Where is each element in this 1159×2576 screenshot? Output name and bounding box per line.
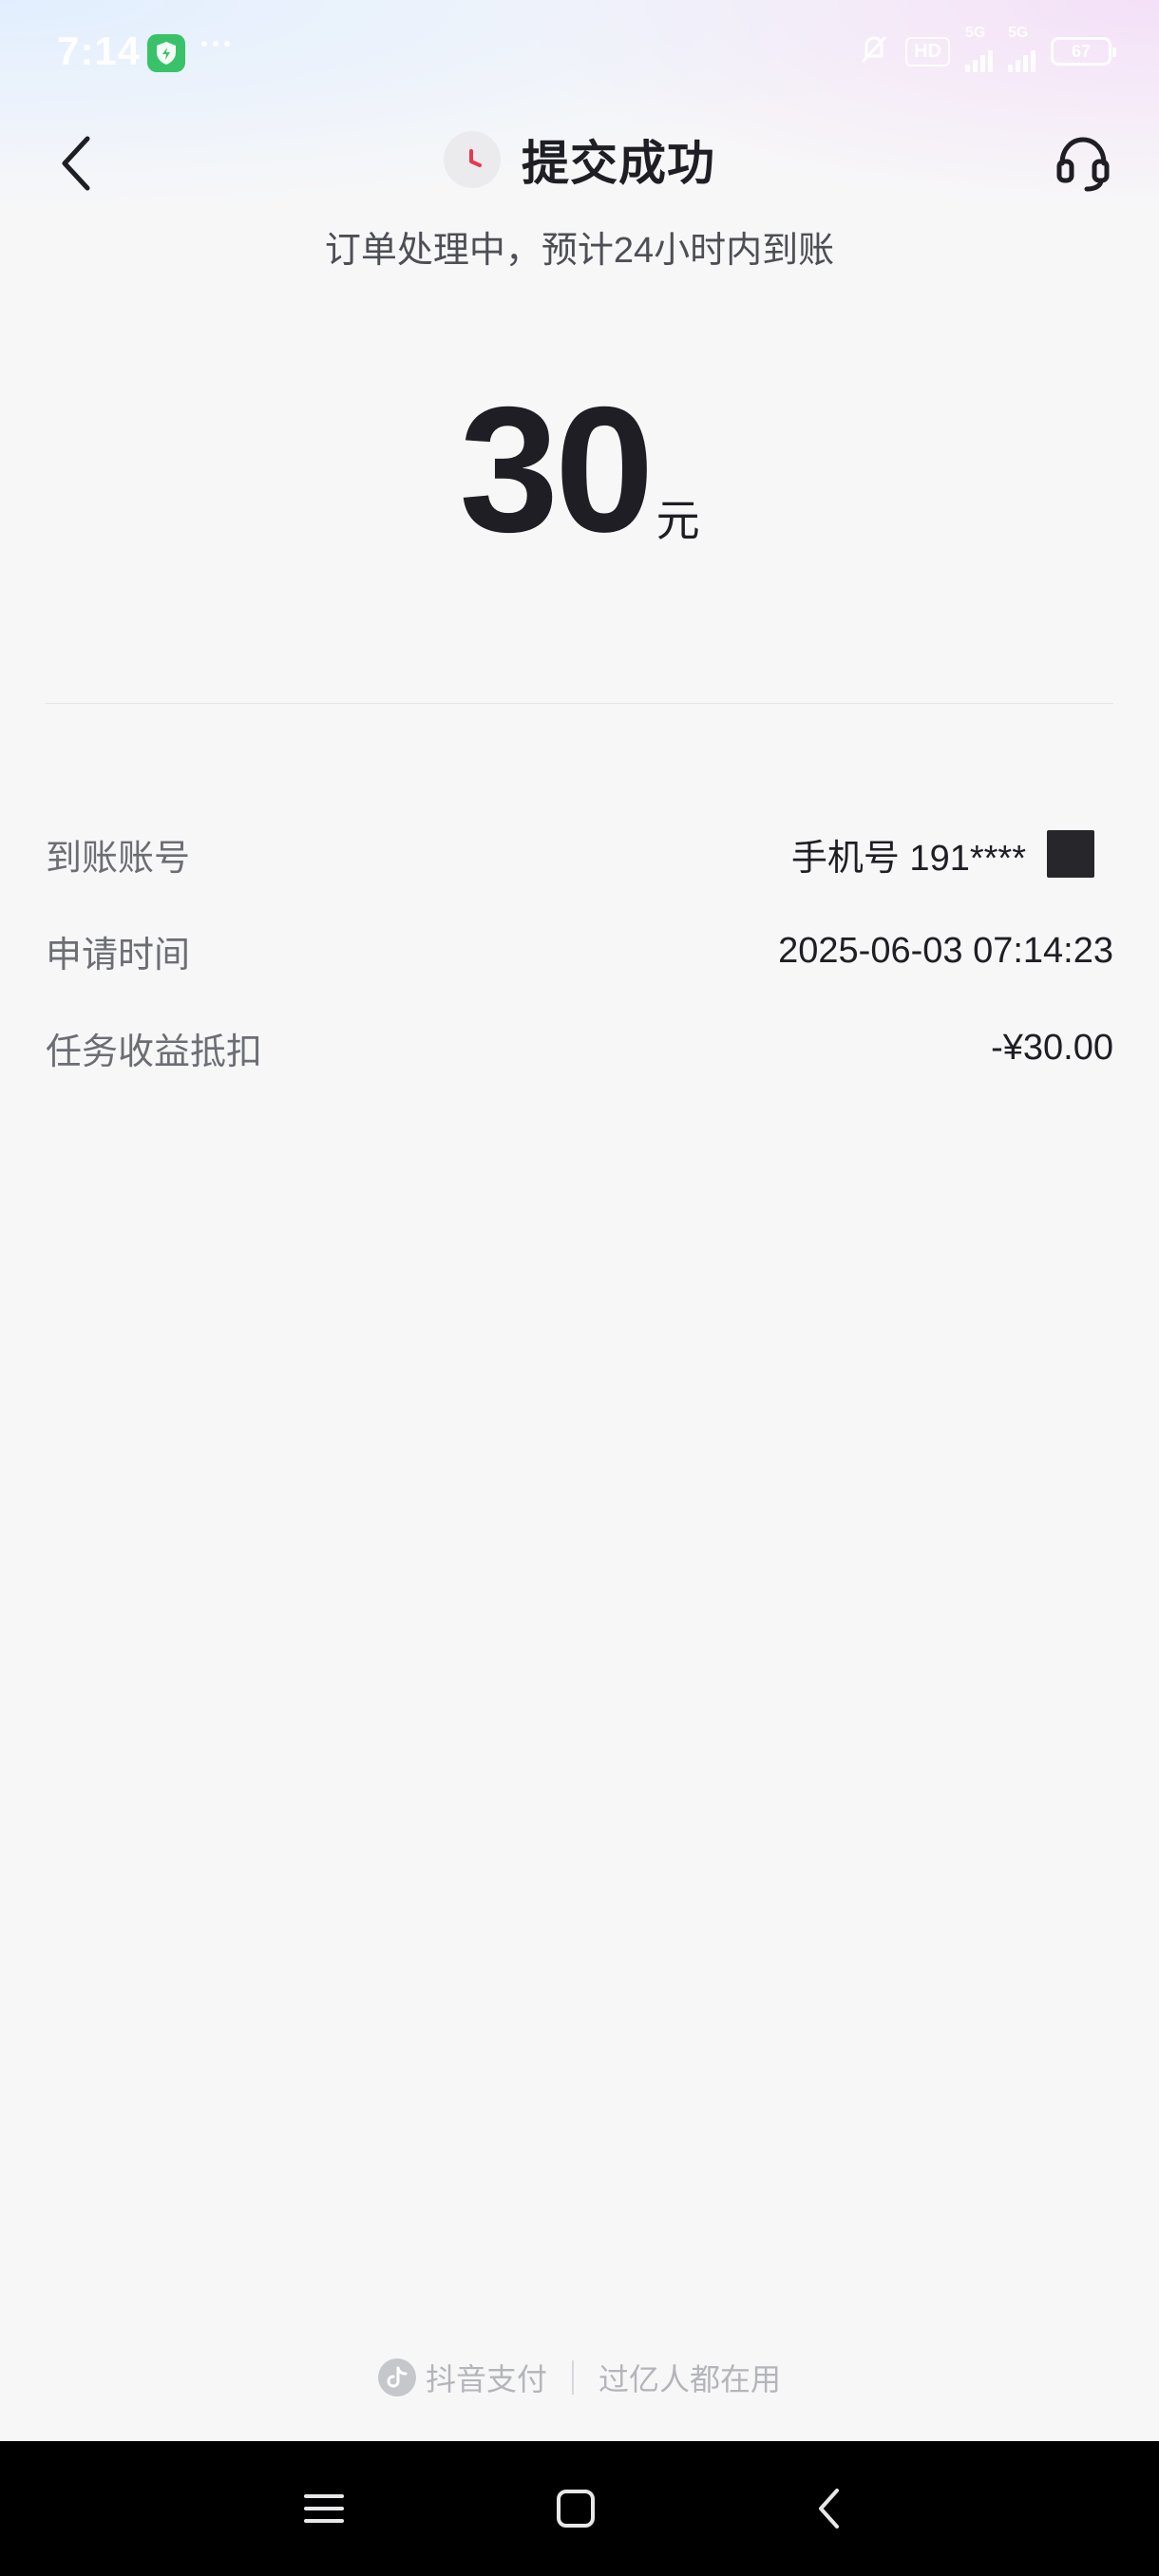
brand-mark: 抖音支付 (377, 2356, 547, 2399)
clock-icon (444, 131, 501, 188)
detail-value: 2025-06-03 07:14:23 (778, 930, 1113, 971)
customer-service-button[interactable] (1047, 125, 1119, 198)
menu-button[interactable] (294, 2479, 353, 2538)
system-back-button[interactable] (800, 2479, 859, 2538)
notification-dots-icon (201, 41, 230, 47)
status-indicators: HD 5G 5G 67 (858, 25, 1116, 72)
footer-divider (572, 2360, 574, 2395)
hd-badge: HD (905, 36, 950, 66)
detail-value: -¥30.00 (991, 1027, 1113, 1068)
redaction-block (1047, 830, 1094, 878)
amount-value: 30 (459, 369, 654, 569)
page-header: 提交成功 (0, 106, 1159, 220)
douyin-logo-icon (377, 2358, 416, 2396)
system-navigation-bar (0, 2441, 1159, 2576)
detail-row-deduction: 任务收益抵扣 -¥30.00 (46, 999, 1113, 1096)
order-details: 到账账号 手机号 191**** 申请时间 2025-06-03 07:14:2… (46, 805, 1113, 1096)
status-time: 7:14 (57, 28, 142, 73)
status-bar: 7:14 HD 5G 5G 67 (0, 0, 1159, 106)
back-icon (819, 2489, 839, 2529)
processing-notice: 订单处理中，预计24小时内到账 (324, 231, 835, 271)
detail-value: 手机号 191**** (791, 828, 1113, 881)
battery-icon: 67 (1051, 37, 1116, 66)
signal-label: 5G (1008, 25, 1029, 41)
detail-label: 任务收益抵扣 (46, 1032, 263, 1072)
home-icon (557, 2490, 595, 2528)
detail-row-time: 申请时间 2025-06-03 07:14:23 (46, 902, 1113, 999)
home-button[interactable] (546, 2479, 605, 2538)
detail-label: 到账账号 (46, 838, 191, 879)
detail-row-account: 到账账号 手机号 191**** (46, 805, 1113, 902)
detail-label: 申请时间 (46, 935, 191, 975)
security-shield-icon (147, 34, 185, 72)
battery-level: 67 (1071, 41, 1092, 61)
title-group: 提交成功 (0, 125, 1159, 194)
headset-icon (1056, 137, 1110, 192)
brand-name: 抖音支付 (425, 2362, 547, 2396)
page-title: 提交成功 (522, 137, 715, 190)
footer-brand: 抖音支付 过亿人都在用 (0, 2356, 1159, 2399)
brand-tagline: 过亿人都在用 (598, 2362, 782, 2396)
menu-icon (304, 2494, 344, 2523)
signal-label: 5G (965, 25, 986, 41)
signal-strength-icon: 5G (965, 25, 993, 72)
divider (46, 703, 1113, 704)
amount-display: 30 元 (0, 380, 1159, 559)
account-number: 手机号 191**** (790, 838, 1026, 879)
mute-icon (858, 33, 890, 70)
signal-strength-icon: 5G (1008, 25, 1036, 72)
amount-unit: 元 (656, 496, 700, 545)
